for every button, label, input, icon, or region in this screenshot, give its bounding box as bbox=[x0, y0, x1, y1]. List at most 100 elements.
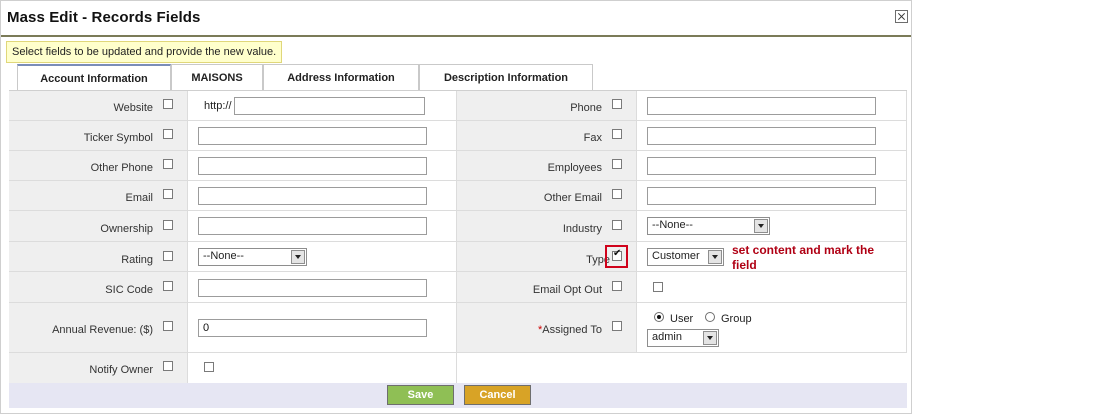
sic-code-checkbox[interactable] bbox=[163, 281, 173, 291]
employees-label-cell: Employees bbox=[457, 151, 637, 181]
other-phone-input[interactable] bbox=[198, 157, 427, 175]
annual-revenue-label-cell: Annual Revenue: ($) bbox=[9, 303, 188, 353]
save-button[interactable]: Save bbox=[387, 385, 454, 405]
notify-owner-checkbox[interactable] bbox=[163, 361, 173, 371]
notify-owner-value-checkbox[interactable] bbox=[204, 362, 214, 372]
annotation-line-2: field bbox=[732, 258, 757, 272]
email-value-cell bbox=[188, 181, 457, 211]
assigned-to-label-wrap: *Assigned To bbox=[538, 324, 602, 336]
chevron-down-icon bbox=[291, 250, 305, 264]
other-email-checkbox[interactable] bbox=[612, 189, 622, 199]
notify-owner-label: Notify Owner bbox=[89, 364, 153, 376]
chevron-down-icon bbox=[708, 250, 722, 264]
industry-select[interactable]: --None-- bbox=[647, 217, 770, 235]
tab-bar: Account Information MAISONS Address Info… bbox=[9, 64, 906, 92]
tab-description-information[interactable]: Description Information bbox=[419, 64, 593, 90]
phone-label: Phone bbox=[570, 102, 602, 114]
sic-code-label: SIC Code bbox=[105, 284, 153, 296]
email-opt-out-label: Email Opt Out bbox=[532, 284, 602, 296]
annotation-callout: set content and mark the field bbox=[732, 243, 874, 273]
website-value-cell: http:// bbox=[188, 91, 457, 121]
ownership-checkbox[interactable] bbox=[163, 220, 173, 230]
rating-select[interactable]: --None-- bbox=[198, 248, 307, 266]
employees-label: Employees bbox=[547, 162, 602, 174]
dialog-titlebar: Mass Edit - Records Fields bbox=[1, 1, 911, 37]
tab-address-information[interactable]: Address Information bbox=[263, 64, 419, 90]
chevron-down-icon bbox=[754, 219, 768, 233]
other-email-input[interactable] bbox=[647, 187, 876, 205]
other-email-value-cell bbox=[637, 181, 907, 211]
employees-input[interactable] bbox=[647, 157, 876, 175]
annual-revenue-checkbox[interactable] bbox=[163, 321, 173, 331]
dialog-title: Mass Edit - Records Fields bbox=[7, 9, 201, 26]
ticker-symbol-label: Ticker Symbol bbox=[83, 132, 153, 144]
industry-label: Industry bbox=[562, 223, 602, 235]
ticker-symbol-checkbox[interactable] bbox=[163, 129, 173, 139]
assigned-to-value-cell: User Group admin bbox=[637, 303, 907, 353]
cancel-button[interactable]: Cancel bbox=[464, 385, 531, 405]
annual-revenue-input[interactable] bbox=[198, 319, 427, 337]
email-opt-out-value-cell bbox=[637, 272, 907, 303]
dialog-footer: Save Cancel bbox=[9, 383, 907, 408]
user-radio-label: User bbox=[670, 313, 694, 325]
assigned-user-select[interactable]: admin bbox=[647, 329, 719, 347]
email-label-cell: Email bbox=[9, 181, 188, 211]
other-email-label-cell: Other Email bbox=[457, 181, 637, 211]
tab-maisons[interactable]: MAISONS bbox=[171, 64, 263, 90]
ownership-value-cell bbox=[188, 211, 457, 242]
other-phone-label-cell: Other Phone bbox=[9, 151, 188, 181]
phone-input[interactable] bbox=[647, 97, 876, 115]
website-checkbox[interactable] bbox=[163, 99, 173, 109]
website-prefix: http:// bbox=[204, 100, 232, 112]
other-phone-value-cell bbox=[188, 151, 457, 181]
fax-value-cell bbox=[637, 121, 907, 151]
rating-select-value: --None-- bbox=[203, 250, 244, 262]
other-phone-checkbox[interactable] bbox=[163, 159, 173, 169]
email-label: Email bbox=[125, 192, 153, 204]
email-opt-out-label-cell: Email Opt Out bbox=[457, 272, 637, 303]
rating-label: Rating bbox=[121, 254, 153, 266]
group-radio[interactable] bbox=[705, 312, 715, 322]
assigned-to-label: Assigned To bbox=[542, 324, 602, 336]
close-icon[interactable] bbox=[895, 10, 908, 23]
phone-value-cell bbox=[637, 91, 907, 121]
email-input[interactable] bbox=[198, 187, 427, 205]
email-opt-out-checkbox[interactable] bbox=[612, 281, 622, 291]
ticker-label-cell: Ticker Symbol bbox=[9, 121, 188, 151]
phone-label-cell: Phone bbox=[457, 91, 637, 121]
fax-input[interactable] bbox=[647, 127, 876, 145]
rating-value-cell: --None-- bbox=[188, 242, 457, 272]
ownership-label-cell: Ownership bbox=[9, 211, 188, 242]
rating-label-cell: Rating bbox=[9, 242, 188, 272]
fields-grid: Website http:// Ticker Symbol Other Phon… bbox=[9, 90, 907, 384]
website-input[interactable] bbox=[234, 97, 425, 115]
type-select[interactable]: Customer bbox=[647, 248, 724, 266]
notify-owner-label-cell: Notify Owner bbox=[9, 353, 188, 384]
sic-code-label-cell: SIC Code bbox=[9, 272, 188, 303]
ticker-symbol-input[interactable] bbox=[198, 127, 427, 145]
assigned-user-select-value: admin bbox=[652, 331, 682, 343]
fax-label: Fax bbox=[583, 132, 602, 144]
assigned-to-checkbox[interactable] bbox=[612, 321, 622, 331]
fax-checkbox[interactable] bbox=[612, 129, 622, 139]
rating-checkbox[interactable] bbox=[163, 251, 173, 261]
sic-code-value-cell bbox=[188, 272, 457, 303]
employees-checkbox[interactable] bbox=[612, 159, 622, 169]
empty-cell bbox=[457, 353, 907, 384]
industry-checkbox[interactable] bbox=[612, 220, 622, 230]
tab-account-information[interactable]: Account Information bbox=[17, 64, 171, 92]
assigned-to-label-cell: *Assigned To bbox=[457, 303, 637, 353]
email-opt-out-value-checkbox[interactable] bbox=[653, 282, 663, 292]
other-phone-label: Other Phone bbox=[90, 162, 153, 174]
annual-revenue-value-cell bbox=[188, 303, 457, 353]
ownership-label: Ownership bbox=[100, 223, 153, 235]
industry-label-cell: Industry bbox=[457, 211, 637, 242]
sic-code-input[interactable] bbox=[198, 279, 427, 297]
user-radio[interactable] bbox=[654, 312, 664, 322]
ownership-input[interactable] bbox=[198, 217, 427, 235]
instruction-hint: Select fields to be updated and provide … bbox=[6, 41, 283, 63]
ticker-value-cell bbox=[188, 121, 457, 151]
website-label: Website bbox=[113, 102, 153, 114]
email-checkbox[interactable] bbox=[163, 189, 173, 199]
phone-checkbox[interactable] bbox=[612, 99, 622, 109]
